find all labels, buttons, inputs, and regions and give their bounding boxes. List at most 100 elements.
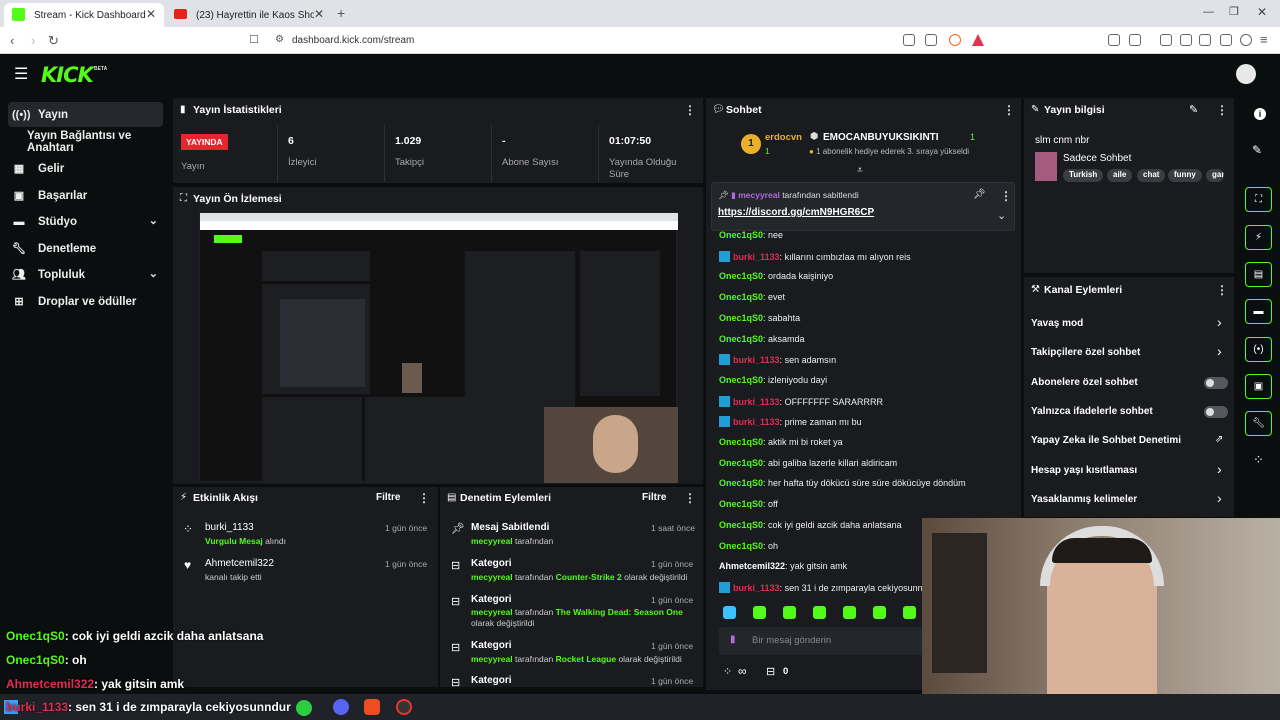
minimize-icon[interactable]: — <box>1203 6 1214 18</box>
emote-icon[interactable] <box>723 606 736 619</box>
action-banned-words[interactable]: Yasaklanmış kelimeler <box>1031 494 1137 505</box>
chat-message[interactable]: Onec1qS0: evet <box>719 292 785 302</box>
chat-message[interactable]: Onec1qS0: aktik mi bi roket ya <box>719 437 843 447</box>
rail-button-chat[interactable]: ▬ <box>1245 299 1272 324</box>
bookmark-icon[interactable]: ☐ <box>249 33 259 46</box>
sidebar-item-studyo[interactable]: ▬ Stüdyo ⌄ <box>8 209 163 234</box>
chevron-right-icon[interactable]: › <box>1217 461 1222 477</box>
chat-message[interactable]: burki_1133: OFFFFFFF SARARRRR <box>719 395 883 407</box>
community-icon[interactable]: ⁘ <box>1253 452 1264 468</box>
chat-message[interactable]: Ahmetcemil322: yak gitsin amk <box>719 561 847 571</box>
chat-username[interactable]: Onec1qS0 <box>719 375 763 385</box>
chat-username[interactable]: burki_1133 <box>733 583 780 593</box>
gift-icon[interactable]: ⊟ <box>766 665 775 678</box>
browser-tab-youtube[interactable]: (23) Hayrettin ile Kaos Show - 2.Sez ✕ <box>166 3 332 27</box>
emote-icon[interactable] <box>783 606 796 619</box>
chevron-right-icon[interactable]: › <box>1217 314 1222 330</box>
no-camera-icon[interactable] <box>903 34 915 46</box>
sidebar-icon[interactable] <box>1180 34 1192 46</box>
extensions-icon[interactable] <box>1108 34 1120 46</box>
chat-username[interactable]: Onec1qS0 <box>719 334 763 344</box>
hamburger-menu-icon[interactable]: ☰ <box>14 64 28 84</box>
action-ai-moderation[interactable]: Yapay Zeka ile Sohbet Denetimi <box>1031 435 1181 446</box>
chat-message[interactable]: Onec1qS0: abi galiba lazerle killari ald… <box>719 458 897 468</box>
browser-menu-icon[interactable]: ≡ <box>1260 32 1268 47</box>
vpn-icon[interactable] <box>1240 34 1252 46</box>
stream-preview-video[interactable] <box>199 212 678 484</box>
rail-button-lightning[interactable]: ⚡︎ <box>1245 225 1272 250</box>
emote-icon[interactable] <box>813 606 826 619</box>
url-field[interactable]: dashboard.kick.com/stream <box>292 35 414 46</box>
unpin-icon[interactable]: 📌︎ <box>973 189 986 200</box>
modlog-filter-button[interactable]: Filtre <box>642 492 666 503</box>
emote-icon[interactable] <box>903 606 916 619</box>
kebab-menu-icon[interactable]: ⋮ <box>684 103 696 117</box>
chat-message[interactable]: Onec1qS0: izleniyodu dayi <box>719 375 827 385</box>
chat-username[interactable]: Onec1qS0 <box>719 541 763 551</box>
chat-message[interactable]: Onec1qS0: aksamda <box>719 334 805 344</box>
mic-icon[interactable]: ▮ <box>730 634 736 645</box>
chat-username[interactable]: burki_1133 <box>733 355 780 365</box>
chat-username[interactable]: Onec1qS0 <box>719 292 763 302</box>
emote-icon[interactable] <box>753 606 766 619</box>
scroll-top-icon[interactable]: ⩡ <box>857 165 863 176</box>
new-tab-icon[interactable]: + <box>337 5 345 21</box>
sidebar-item-denetleme[interactable]: 🔧︎ Denetleme <box>8 236 163 261</box>
kebab-menu-icon[interactable]: ⋮ <box>1003 103 1015 117</box>
reader-icon[interactable] <box>1129 34 1141 46</box>
close-tab-icon[interactable]: ✕ <box>314 7 324 21</box>
pinned-link[interactable]: https://discord.gg/cmN9HGR6CP <box>718 207 874 218</box>
chat-message[interactable]: burki_1133: sen 31 i de zımparayla cekiy… <box>719 581 923 593</box>
pencil-icon[interactable]: ✎ <box>1189 103 1198 116</box>
kebab-menu-icon[interactable]: ⋮ <box>418 491 430 505</box>
obs-icon[interactable] <box>396 699 412 715</box>
media-icon[interactable] <box>1160 34 1172 46</box>
forward-icon[interactable]: › <box>31 33 35 48</box>
sidebar-item-topluluk[interactable]: 👥︎ Topluluk ⌄ <box>8 262 163 287</box>
chevron-right-icon[interactable]: › <box>1217 343 1222 359</box>
brave-shields-icon[interactable] <box>949 34 961 46</box>
info-icon[interactable]: i <box>1254 108 1266 120</box>
rail-button-preview[interactable]: ▣ <box>1245 374 1272 399</box>
chat-message[interactable]: burki_1133: prime zaman mı bu <box>719 416 862 428</box>
action-followers-only[interactable]: Takipçilere özel sohbet <box>1031 347 1140 358</box>
top-gifter-name[interactable]: erdocvn <box>765 132 802 143</box>
chat-message[interactable]: Onec1qS0: ordada kaişiniyo <box>719 271 833 281</box>
emote-icon[interactable] <box>873 606 886 619</box>
chat-username[interactable]: Onec1qS0 <box>719 478 763 488</box>
sidebar-item-yayin[interactable]: ((•)) Yayın <box>8 102 163 127</box>
chat-username[interactable]: Onec1qS0 <box>719 313 763 323</box>
chat-message[interactable]: burki_1133: kıllarını cımbızlaa mı alıyo… <box>719 250 911 262</box>
chat-username[interactable]: Onec1qS0 <box>719 520 763 530</box>
whatsapp-icon[interactable] <box>296 700 312 716</box>
rail-button-clip[interactable]: ⛶ <box>1245 187 1272 212</box>
chevron-down-icon[interactable]: ⌄ <box>997 209 1006 222</box>
close-tab-icon[interactable]: ✕ <box>146 7 156 21</box>
chat-username[interactable]: Ahmetcemil322 <box>719 561 785 571</box>
chat-message[interactable]: Onec1qS0: sabahta <box>719 313 800 323</box>
chat-username[interactable]: Onec1qS0 <box>719 230 763 240</box>
action-account-age[interactable]: Hesap yaşı kısıtlaması <box>1031 465 1137 476</box>
external-link-icon[interactable]: ⇗ <box>1215 434 1223 445</box>
kebab-menu-icon[interactable]: ⋮ <box>1216 103 1228 117</box>
emote-icon[interactable] <box>843 606 856 619</box>
kebab-menu-icon[interactable]: ⋮ <box>684 491 696 505</box>
rail-button-document[interactable]: ▤ <box>1245 262 1272 287</box>
chat-username[interactable]: Onec1qS0 <box>719 271 763 281</box>
screenshot-icon[interactable] <box>1199 34 1211 46</box>
chat-username[interactable]: Onec1qS0 <box>719 437 763 447</box>
points-icon[interactable]: ⁘ <box>723 665 732 678</box>
kick-logo[interactable]: KICK <box>41 63 94 87</box>
leo-ai-icon[interactable] <box>1220 34 1232 46</box>
back-icon[interactable]: ‹ <box>10 33 14 48</box>
brave-browser-icon[interactable] <box>364 699 380 715</box>
chat-message[interactable]: burki_1133: sen adamsın <box>719 354 836 366</box>
sidebar-item-droplar[interactable]: ⊞ Droplar ve ödüller <box>8 289 163 314</box>
edit-layout-icon[interactable]: ✎ <box>1252 143 1262 157</box>
browser-tab-kick[interactable]: Stream - Kick Dashboard ✕ <box>4 3 164 27</box>
share-icon[interactable] <box>925 34 937 46</box>
sidebar-item-gelir[interactable]: ▦ Gelir <box>8 156 163 181</box>
action-slow-mode[interactable]: Yavaş mod <box>1031 318 1083 329</box>
kebab-menu-icon[interactable]: ⋮ <box>1000 189 1012 203</box>
activity-filter-button[interactable]: Filtre <box>376 492 400 503</box>
